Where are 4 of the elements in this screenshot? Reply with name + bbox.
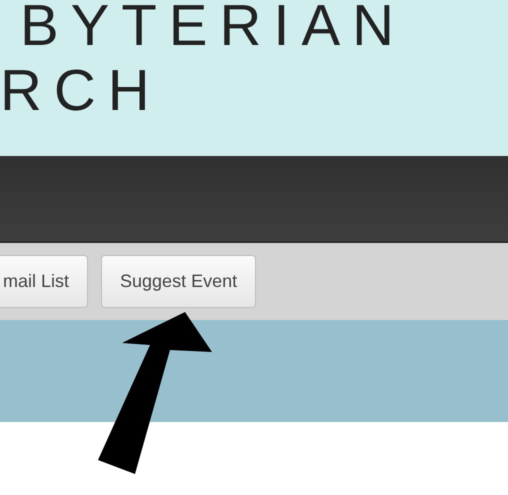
- church-name-text: RCH: [0, 57, 163, 125]
- toolbar-button[interactable]: Suggest Event: [101, 255, 256, 308]
- church-name-text: BYTERIAN: [20, 0, 408, 56]
- toolbar-button[interactable]: mail List: [0, 255, 88, 308]
